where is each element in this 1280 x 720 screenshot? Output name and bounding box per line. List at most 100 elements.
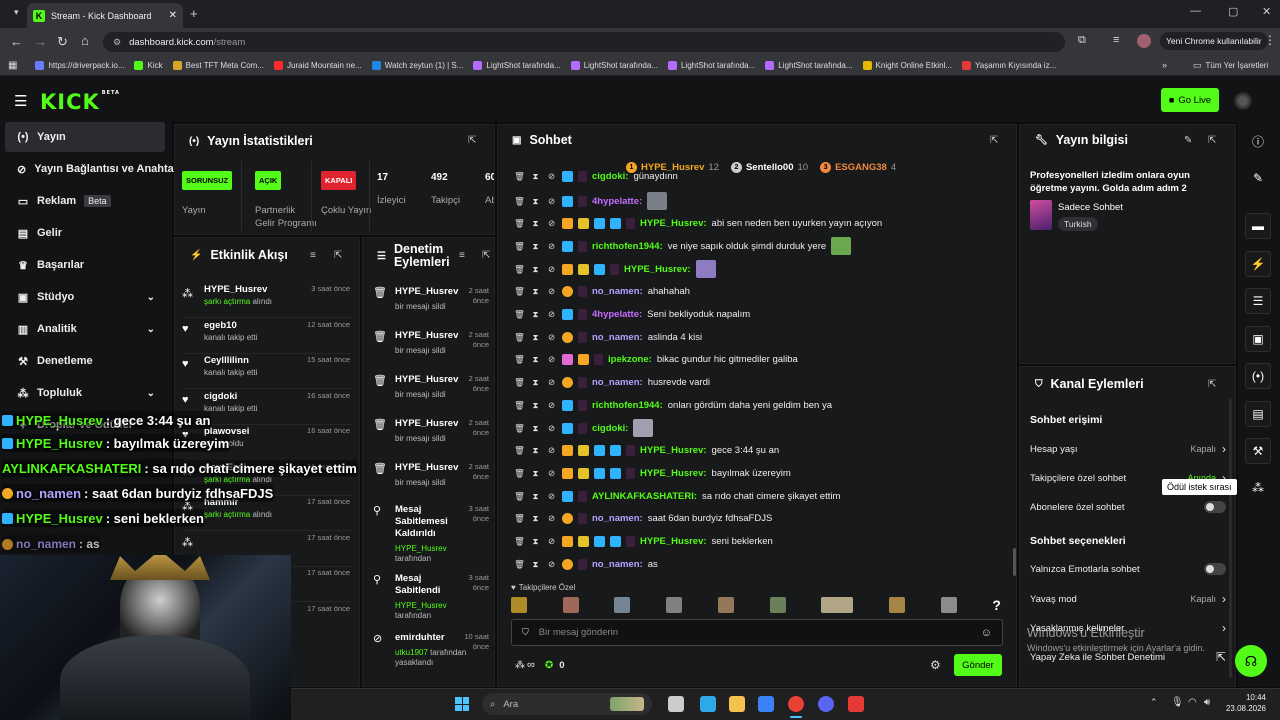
- chat-settings-icon[interactable]: ⚙: [930, 658, 941, 672]
- chat-username[interactable]: richthofen1944:: [592, 400, 663, 411]
- timeout-icon[interactable]: ⧗: [530, 196, 541, 207]
- extensions-icon[interactable]: ⧉: [1078, 34, 1086, 47]
- sidebar-item-4[interactable]: ♛ Başarılar: [5, 250, 165, 280]
- activity-event[interactable]: ♥ egeb10 kanalı takip etti 12 saat önce: [182, 320, 354, 354]
- delete-message-icon[interactable]: 🗑︎: [514, 286, 525, 297]
- chat-message[interactable]: 🗑︎ ⧗ ⊘ richthofen1944: ve niye sapık olduk ş…: [514, 235, 1014, 257]
- lightning-icon[interactable]: ⚡: [1245, 251, 1271, 277]
- activity-filter-icon[interactable]: ≡: [310, 250, 316, 261]
- delete-message-icon[interactable]: 🗑︎: [514, 491, 525, 502]
- bookmark-item[interactable]: Best TFT Meta Com...: [172, 61, 264, 70]
- setting-control[interactable]: [1204, 501, 1226, 513]
- chat-scrollbar[interactable]: [1013, 548, 1016, 576]
- tab-search-icon[interactable]: ▾: [14, 7, 19, 18]
- emote-button[interactable]: [666, 597, 683, 613]
- delete-message-icon[interactable]: 🗑︎: [514, 400, 525, 411]
- moderation-action[interactable]: 🗑︎ HYPE_Husrev bir mesajı sildi 2 saat önce: [373, 374, 489, 400]
- pencil-icon[interactable]: ✎: [1245, 165, 1271, 191]
- chat-username[interactable]: richthofen1944:: [592, 241, 663, 252]
- chat-username[interactable]: no_namen:: [592, 332, 643, 343]
- chat-username[interactable]: HYPE_Husrev:: [640, 468, 707, 479]
- activity-event[interactable]: ⁂ HYPE_Husrev şarkı açtırma alındı 3 saat ö…: [182, 284, 354, 318]
- chat-username[interactable]: 4hypelatte:: [592, 309, 642, 320]
- timeout-icon[interactable]: ⧗: [530, 241, 541, 252]
- emote-button[interactable]: [769, 597, 786, 613]
- ban-icon[interactable]: ⊘: [546, 559, 557, 570]
- chat-message[interactable]: 🗑︎ ⧗ ⊘ HYPE_Husrev:: [514, 258, 1014, 280]
- delete-message-icon[interactable]: 🗑︎: [514, 559, 525, 570]
- timeout-icon[interactable]: ⧗: [530, 536, 541, 547]
- bookmark-item[interactable]: LightShot tarafında...: [667, 61, 755, 70]
- clock[interactable]: 10:44 23.08.2026: [1222, 692, 1266, 714]
- category-name[interactable]: Sadece Sohbet: [1058, 202, 1123, 213]
- chat-message[interactable]: 🗑︎ ⧗ ⊘ cigdoki: günaydınn: [514, 170, 1014, 182]
- avatar[interactable]: [1137, 34, 1151, 48]
- chat-input[interactable]: ⛉ Bir mesaj gönderin ☺: [511, 619, 1003, 646]
- activity-event[interactable]: ⁂ hammir şarkı açtırma alındı 17 saat önce: [182, 497, 354, 531]
- chat-popout-icon[interactable]: ⇱: [990, 135, 998, 146]
- tray-chevron-icon[interactable]: ⌃: [1150, 697, 1158, 708]
- ban-icon[interactable]: ⊘: [546, 171, 557, 182]
- chat-message[interactable]: 🗑︎ ⧗ ⊘ no_namen: husrevde vardi: [514, 372, 1014, 394]
- ban-icon[interactable]: ⊘: [546, 377, 557, 388]
- wrench-icon[interactable]: ⚒: [1245, 438, 1271, 464]
- chat-username[interactable]: ipekzone:: [608, 354, 652, 365]
- bookmark-item[interactable]: Yaşamın Kıyısında iz...: [962, 61, 1056, 70]
- ban-icon[interactable]: ⊘: [546, 309, 557, 320]
- new-tab-button[interactable]: +: [190, 6, 198, 21]
- timeout-icon[interactable]: ⧗: [530, 354, 541, 365]
- chat-message[interactable]: 🗑︎ ⧗ ⊘ AYLINKAFKASHATERI: sa rıdo chati cime…: [514, 485, 1014, 507]
- timeout-icon[interactable]: ⧗: [530, 332, 541, 343]
- chat-username[interactable]: HYPE_Husrev:: [640, 536, 707, 547]
- monitor-icon[interactable]: ▤: [1245, 401, 1271, 427]
- ban-icon[interactable]: ⊘: [546, 468, 557, 479]
- action-user[interactable]: utku1907: [395, 648, 428, 657]
- chat-message[interactable]: 🗑︎ ⧗ ⊘ no_namen: ahahahah: [514, 281, 1014, 303]
- ban-icon[interactable]: ⊘: [546, 332, 557, 343]
- chat-message[interactable]: 🗑︎ ⧗ ⊘ HYPE_Husrev: bayılmak üzereyim: [514, 462, 1014, 484]
- edit-icon[interactable]: ✎: [1184, 135, 1192, 146]
- ban-icon[interactable]: ⊘: [546, 241, 557, 252]
- chat-username[interactable]: no_namen:: [592, 377, 643, 388]
- emote-button[interactable]: [562, 597, 579, 613]
- delete-message-icon[interactable]: 🗑︎: [514, 377, 525, 388]
- menu-icon[interactable]: ⋮: [1264, 33, 1276, 47]
- channel-setting[interactable]: Abonelere özel sohbet: [1030, 501, 1226, 513]
- sidebar-item-1[interactable]: ⊘ Yayın Bağlantısı ve Anahtarı: [5, 154, 181, 184]
- channel-setting[interactable]: Hesap yaşı Kapalı ›: [1030, 442, 1226, 456]
- setting-control[interactable]: [1204, 563, 1226, 575]
- sidebar-item-6[interactable]: ▥ Analitik ⌄: [5, 314, 165, 344]
- reload-icon[interactable]: ↻: [57, 34, 68, 50]
- action-user[interactable]: HYPE_Husrev: [395, 601, 447, 610]
- go-live-button[interactable]: ■ Go Live: [1161, 88, 1219, 112]
- task-view-icon[interactable]: [668, 696, 684, 712]
- edge-icon[interactable]: [700, 696, 716, 712]
- chat-username[interactable]: no_namen:: [592, 559, 643, 570]
- timeout-icon[interactable]: ⧗: [530, 445, 541, 456]
- mic-icon[interactable]: 🎙︎: [1171, 697, 1184, 708]
- all-bookmarks[interactable]: ▭ Tüm Yer İşaretleri: [1193, 60, 1268, 71]
- list-icon[interactable]: ☰: [1245, 288, 1271, 314]
- moderation-action[interactable]: 🗑︎ HYPE_Husrev bir mesajı sildi 2 saat önce: [373, 462, 489, 488]
- sidebar-item-8[interactable]: ⁂ Topluluk ⌄: [5, 378, 165, 408]
- chat-username[interactable]: 4hypelatte:: [592, 196, 642, 207]
- delete-message-icon[interactable]: 🗑︎: [514, 468, 525, 479]
- timeout-icon[interactable]: ⧗: [530, 171, 541, 182]
- forward-icon[interactable]: →: [34, 34, 47, 49]
- delete-message-icon[interactable]: 🗑︎: [514, 513, 525, 524]
- ban-icon[interactable]: ⊘: [546, 536, 557, 547]
- emote-button[interactable]: [888, 597, 905, 613]
- chat-message[interactable]: 🗑︎ ⧗ ⊘ HYPE_Husrev: gece 3:44 şu an: [514, 440, 1014, 462]
- timeout-icon[interactable]: ⧗: [530, 559, 541, 570]
- bookmark-item[interactable]: LightShot tarafında...: [473, 61, 561, 70]
- emote-button[interactable]: [940, 597, 957, 613]
- emote-button[interactable]: [614, 597, 631, 613]
- explorer-icon[interactable]: [729, 696, 745, 712]
- chrome-update-label[interactable]: Yeni Chrome kullanılabilir: [1160, 32, 1268, 50]
- chat-username[interactable]: cigdoki:: [592, 171, 628, 182]
- moderation-action[interactable]: ⚲ Mesaj Sabitlendi HYPE_Husrev tarafından 3 …: [373, 573, 489, 621]
- emote-button[interactable]: [511, 597, 527, 613]
- ban-icon[interactable]: ⊘: [546, 445, 557, 456]
- sidebar-item-5[interactable]: ▣ Stüdyo ⌄: [5, 282, 165, 312]
- apps-icon[interactable]: ▦: [8, 60, 17, 71]
